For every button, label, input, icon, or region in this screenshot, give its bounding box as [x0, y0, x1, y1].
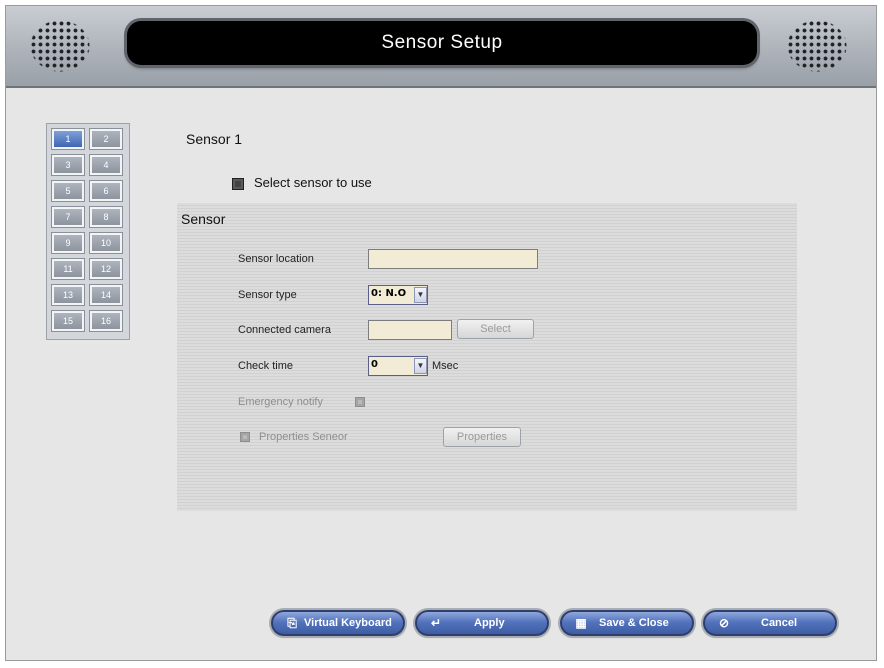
- cancel-label: Cancel: [761, 617, 798, 629]
- sensor-button-2[interactable]: 2: [89, 128, 123, 150]
- chevron-down-icon[interactable]: ▼: [414, 287, 427, 303]
- keyboard-icon: ⎘: [287, 616, 297, 630]
- emergency-notify-checkbox[interactable]: [355, 397, 365, 407]
- sensor-button-3[interactable]: 3: [51, 154, 85, 176]
- cancel-button[interactable]: ⊘ Cancel: [703, 610, 837, 636]
- virtual-keyboard-button[interactable]: ⎘ Virtual Keyboard: [271, 610, 405, 636]
- properties-sensor-label: Properties Seneor: [259, 431, 348, 443]
- sensor-type-label: Sensor type: [238, 289, 297, 301]
- select-sensor-label: Select sensor to use: [254, 175, 372, 190]
- sensor-button-8[interactable]: 8: [89, 206, 123, 228]
- sensor-heading: Sensor 1: [186, 131, 243, 147]
- chevron-down-icon[interactable]: ▼: [414, 358, 427, 374]
- sensor-button-9[interactable]: 9: [51, 232, 85, 254]
- sensor-button-14[interactable]: 14: [89, 284, 123, 306]
- sensor-button-13[interactable]: 13: [51, 284, 85, 306]
- connected-camera-label: Connected camera: [238, 324, 331, 336]
- sensor-location-label: Sensor location: [238, 253, 314, 265]
- properties-sensor-checkbox[interactable]: [240, 432, 250, 442]
- header: Sensor Setup: [6, 6, 876, 88]
- sensor-button-11[interactable]: 11: [51, 258, 85, 280]
- connected-camera-input[interactable]: [368, 320, 452, 340]
- check-time-select[interactable]: 0 ▼: [368, 356, 428, 376]
- sensor-button-4[interactable]: 4: [89, 154, 123, 176]
- virtual-keyboard-label: Virtual Keyboard: [304, 617, 392, 629]
- select-sensor-checkbox[interactable]: [232, 177, 244, 190]
- save-close-label: Save & Close: [599, 617, 669, 629]
- speaker-grille-left-icon: [30, 20, 90, 72]
- sensor-button-15[interactable]: 15: [51, 310, 85, 332]
- enter-arrow-icon: ↵: [430, 616, 442, 630]
- save-close-button[interactable]: ▦ Save & Close: [560, 610, 694, 636]
- save-icon: ▦: [575, 616, 587, 630]
- sensor-panel: Sensor Sensor location Sensor type 0: N.…: [177, 203, 797, 511]
- speaker-grille-right-icon: [787, 20, 847, 72]
- sensor-number-grid: 1 2 3 4 5 6 7 8 9 10 11 12 13 14 15 16: [46, 123, 130, 340]
- apply-label: Apply: [474, 617, 505, 629]
- sensor-button-1[interactable]: 1: [51, 128, 85, 150]
- check-time-label: Check time: [238, 360, 294, 372]
- sensor-button-16[interactable]: 16: [89, 310, 123, 332]
- emergency-notify-label: Emergency notify: [238, 396, 323, 408]
- sensor-button-12[interactable]: 12: [89, 258, 123, 280]
- check-time-unit: Msec: [432, 360, 459, 372]
- cancel-icon: ⊘: [718, 616, 730, 630]
- sensor-button-7[interactable]: 7: [51, 206, 85, 228]
- properties-button[interactable]: Properties: [443, 427, 521, 447]
- check-time-value: 0: [371, 359, 378, 370]
- sensor-button-10[interactable]: 10: [89, 232, 123, 254]
- apply-button[interactable]: ↵ Apply: [415, 610, 549, 636]
- panel-title: Sensor: [181, 211, 226, 227]
- window-title: Sensor Setup: [127, 21, 757, 65]
- sensor-button-6[interactable]: 6: [89, 180, 123, 202]
- sensor-type-value: 0: N.O: [371, 288, 407, 299]
- sensor-type-select[interactable]: 0: N.O ▼: [368, 285, 428, 305]
- sensor-location-input[interactable]: [368, 249, 538, 269]
- sensor-button-5[interactable]: 5: [51, 180, 85, 202]
- select-sensor-row: Select sensor to use: [232, 175, 372, 193]
- select-camera-button[interactable]: Select: [457, 319, 534, 339]
